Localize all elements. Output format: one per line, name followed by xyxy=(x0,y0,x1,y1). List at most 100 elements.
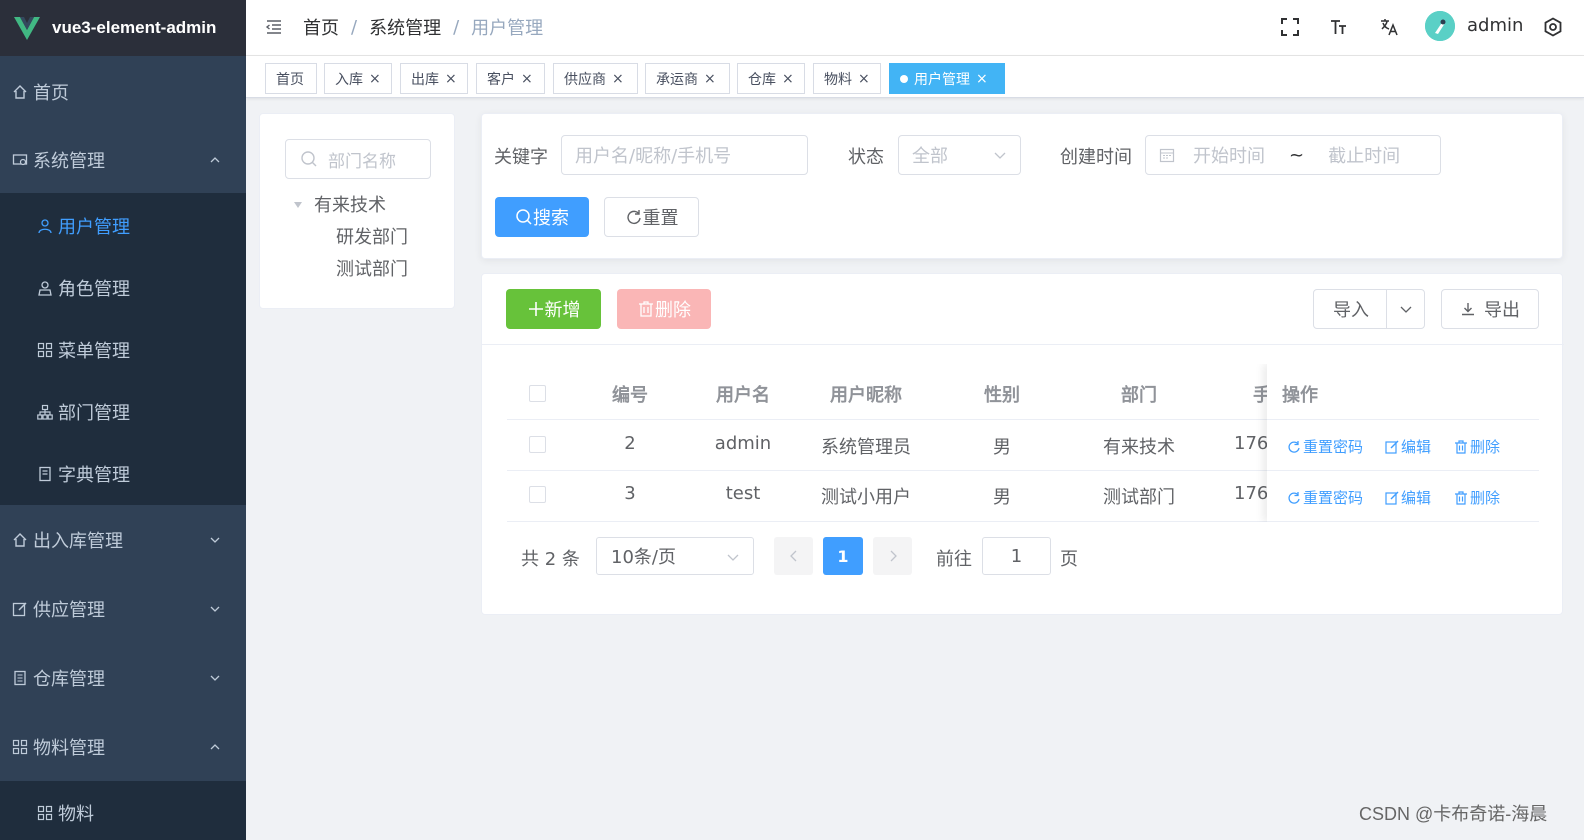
add-button[interactable]: 新增 xyxy=(506,289,601,329)
close-icon[interactable]: × xyxy=(369,71,381,87)
page-number-current[interactable]: 1 xyxy=(823,537,863,575)
keyword-placeholder: 用户名/昵称/手机号 xyxy=(575,146,732,167)
user-icon xyxy=(36,217,54,235)
tag-outbound[interactable]: 出库 × xyxy=(400,63,468,94)
close-icon[interactable]: × xyxy=(521,71,533,87)
delete-button[interactable]: 删除 xyxy=(617,289,711,329)
system-icon xyxy=(11,151,29,169)
delete-link[interactable]: 删除 xyxy=(1454,487,1500,508)
sidebar-item-roles[interactable]: 角色管理 xyxy=(0,266,246,310)
sidebar-item-material[interactable]: 物料 xyxy=(0,791,246,835)
tag-supplier[interactable]: 供应商 × xyxy=(553,63,638,94)
sidebar-item-label: 字典管理 xyxy=(58,465,130,486)
sidebar-item-label: 出入库管理 xyxy=(33,531,123,552)
refresh-icon xyxy=(626,210,641,224)
sidebar-item-warehouse[interactable]: 仓库管理 xyxy=(0,656,246,700)
sidebar-item-departments[interactable]: 部门管理 xyxy=(0,390,246,434)
chevron-left-icon xyxy=(789,550,796,562)
breadcrumb-home[interactable]: 首页 xyxy=(303,14,339,40)
export-button[interactable]: 导出 xyxy=(1441,289,1539,329)
close-icon[interactable]: × xyxy=(782,71,794,87)
tag-users-active[interactable]: 用户管理 × xyxy=(889,63,1005,94)
reset-button[interactable]: 重置 xyxy=(604,197,699,237)
tree-node-root[interactable]: 有来技术 xyxy=(314,191,386,217)
cell-dept: 测试部门 xyxy=(1103,487,1175,508)
tag-customer[interactable]: 客户 × xyxy=(476,63,545,94)
close-icon[interactable]: × xyxy=(976,71,988,87)
edit-icon xyxy=(11,600,29,618)
edit-link[interactable]: 编辑 xyxy=(1385,436,1431,457)
tag-carrier[interactable]: 承运商 × xyxy=(645,63,730,94)
delete-button-label: 删除 xyxy=(655,300,691,321)
reset-password-link[interactable]: 重置密码 xyxy=(1287,487,1363,508)
close-icon[interactable]: × xyxy=(858,71,870,87)
tag-warehouse[interactable]: 仓库 × xyxy=(737,63,805,94)
tag-label: 出库 xyxy=(411,71,439,88)
home-icon xyxy=(11,531,29,549)
font-size-icon[interactable] xyxy=(1329,17,1349,37)
org-tree-icon xyxy=(36,403,54,421)
tag-inbound[interactable]: 入库 × xyxy=(324,63,392,94)
sidebar-item-menus[interactable]: 菜单管理 xyxy=(0,328,246,372)
sidebar-item-system[interactable]: 系统管理 xyxy=(0,138,246,182)
page-size-value: 10条/页 xyxy=(611,547,676,568)
page-size-select[interactable]: 10条/页 xyxy=(596,537,754,575)
keyword-input[interactable]: 用户名/昵称/手机号 xyxy=(561,135,808,175)
tree-node-child[interactable]: 研发部门 xyxy=(336,223,408,249)
tag-label: 物料 xyxy=(824,71,852,88)
col-header-gender: 性别 xyxy=(984,385,1020,406)
tag-material[interactable]: 物料 × xyxy=(813,63,881,94)
avatar[interactable] xyxy=(1425,11,1455,41)
tag-label: 客户 xyxy=(487,71,515,88)
hamburger-icon[interactable] xyxy=(264,17,284,37)
sidebar-item-dictionary[interactable]: 字典管理 xyxy=(0,452,246,496)
tag-home[interactable]: 首页 xyxy=(265,63,317,94)
refresh-icon xyxy=(1288,440,1300,453)
sidebar-item-users[interactable]: 用户管理 xyxy=(0,204,246,248)
edit-link[interactable]: 编辑 xyxy=(1385,487,1431,508)
breadcrumb-system[interactable]: 系统管理 xyxy=(369,14,441,40)
reset-password-link[interactable]: 重置密码 xyxy=(1287,436,1363,457)
caret-down-icon[interactable] xyxy=(293,200,303,210)
row-checkbox[interactable] xyxy=(529,436,546,453)
search-button[interactable]: 搜索 xyxy=(495,197,589,237)
sidebar-item-home[interactable]: 首页 xyxy=(0,70,246,114)
edit-icon xyxy=(1385,491,1399,505)
username[interactable]: admin xyxy=(1467,15,1523,36)
close-icon[interactable]: × xyxy=(445,71,457,87)
close-icon[interactable]: × xyxy=(704,71,716,87)
sidebar-item-materials[interactable]: 物料管理 xyxy=(0,725,246,769)
date-range-picker[interactable]: 开始时间 ~ 截止时间 xyxy=(1145,135,1441,175)
status-select[interactable]: 全部 xyxy=(898,135,1021,175)
tree-node-child[interactable]: 测试部门 xyxy=(336,255,408,281)
close-icon[interactable]: × xyxy=(612,71,624,87)
dept-search-input[interactable]: 部门名称 xyxy=(285,139,431,179)
calendar-icon xyxy=(1159,148,1175,163)
refresh-icon xyxy=(1288,491,1300,504)
chevron-down-icon xyxy=(727,554,739,561)
end-date-placeholder: 截止时间 xyxy=(1328,146,1401,167)
user-table: 编号 用户名 用户昵称 性别 部门 手 2 admin 系统管理员 男 有来技术… xyxy=(507,364,1539,522)
sidebar-item-supply[interactable]: 供应管理 xyxy=(0,587,246,631)
language-icon[interactable] xyxy=(1379,17,1399,37)
select-all-checkbox[interactable] xyxy=(529,385,546,402)
search-form-card: 关键字 用户名/昵称/手机号 状态 全部 创建时间 开始时间 ~ 截止时间 搜索… xyxy=(481,113,1563,259)
document-icon xyxy=(11,669,29,687)
trash-icon xyxy=(1455,439,1467,454)
delete-link[interactable]: 删除 xyxy=(1454,436,1500,457)
table-row-divider xyxy=(1267,521,1539,522)
next-page-button[interactable] xyxy=(873,537,912,575)
app-title: vue3-element-admin xyxy=(52,18,217,37)
fullscreen-icon[interactable] xyxy=(1280,17,1300,37)
logo[interactable]: vue3-element-admin xyxy=(0,0,246,56)
breadcrumb-separator: / xyxy=(453,16,460,38)
import-button[interactable]: 导入 xyxy=(1313,289,1425,329)
row-checkbox[interactable] xyxy=(529,486,546,503)
goto-page-input[interactable]: 1 xyxy=(982,537,1051,575)
prev-page-button[interactable] xyxy=(774,537,813,575)
cell-id: 3 xyxy=(624,483,636,504)
settings-icon[interactable] xyxy=(1543,17,1563,37)
sidebar-item-inout[interactable]: 出入库管理 xyxy=(0,518,246,562)
trash-icon xyxy=(639,301,653,317)
chevron-down-icon[interactable] xyxy=(1400,304,1412,314)
